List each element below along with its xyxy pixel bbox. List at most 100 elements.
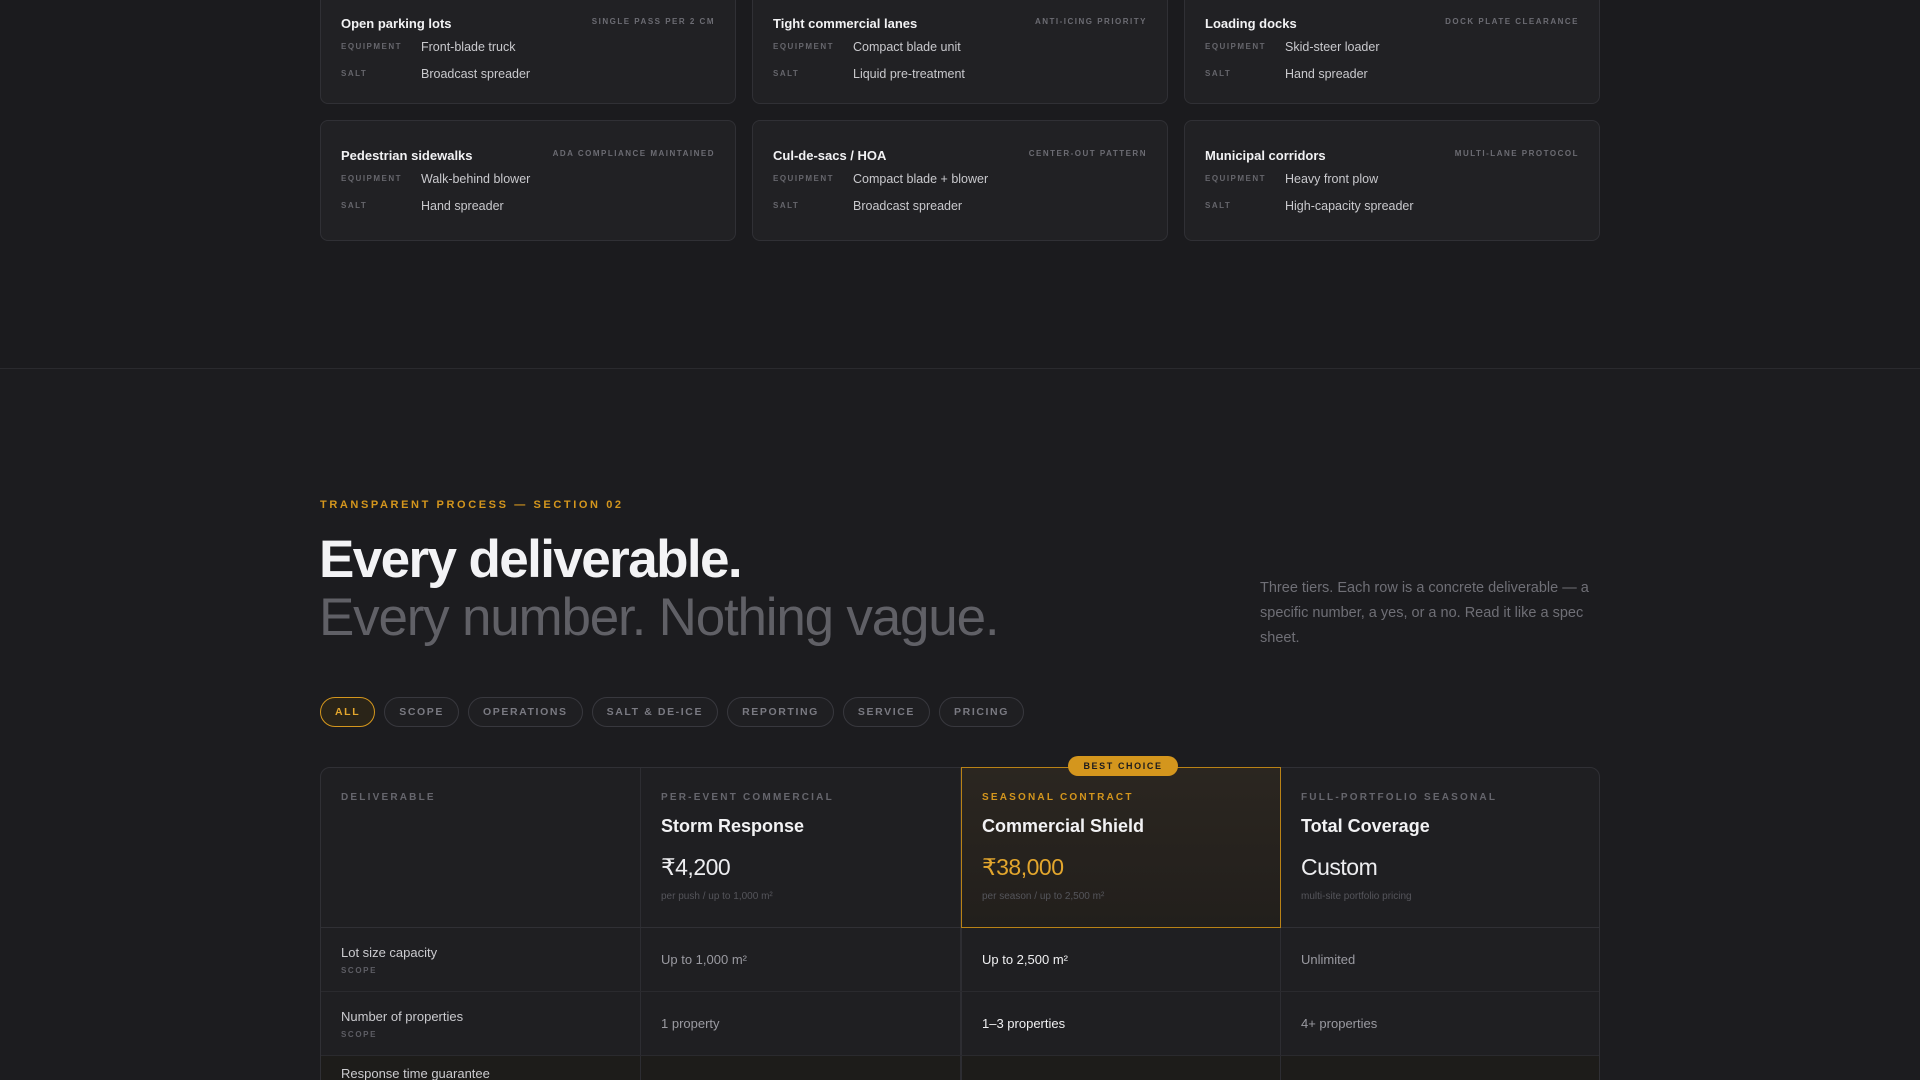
tier-price: ₹38,000 bbox=[982, 854, 1064, 880]
table-header: DELIVERABLE PER-EVENT COMMERCIAL Storm R… bbox=[321, 756, 1601, 928]
site-card: Loading docks DOCK PLATE CLEARANCE EQUIPM… bbox=[1184, 0, 1600, 104]
section-intro: Three tiers. Each row is a concrete deli… bbox=[1260, 580, 1589, 646]
site-card: Municipal corridors MULTI-LANE PROTOCOL E… bbox=[1184, 120, 1600, 241]
spec-row-salt: SALT Hand spreader bbox=[341, 192, 715, 219]
tier-eyebrow: FULL-PORTFOLIO SEASONAL bbox=[1301, 792, 1498, 803]
table-cell bbox=[641, 1056, 961, 1080]
deliverable-column-header: DELIVERABLE bbox=[321, 768, 641, 927]
spec-value: Skid-steer loader bbox=[1285, 39, 1380, 54]
tier-eyebrow: PER-EVENT COMMERCIAL bbox=[661, 792, 834, 803]
row-label-cell: Response time guarantee bbox=[321, 1056, 641, 1080]
site-card-title: Pedestrian sidewalks bbox=[341, 148, 473, 163]
spec-row-salt: SALT Broadcast spreader bbox=[341, 60, 715, 87]
spec-key: SALT bbox=[1205, 69, 1232, 78]
tier-price: ₹4,200 bbox=[661, 854, 731, 880]
spec-key: EQUIPMENT bbox=[773, 174, 835, 183]
table-cell: 4+ properties bbox=[1301, 1016, 1378, 1031]
site-card-tag: ADA COMPLIANCE MAINTAINED bbox=[552, 149, 715, 158]
spec-key: EQUIPMENT bbox=[341, 174, 403, 183]
tier-header-total-coverage: FULL-PORTFOLIO SEASONAL Total Coverage C… bbox=[1281, 768, 1601, 927]
tier-price: Custom bbox=[1301, 854, 1378, 880]
spec-row-equipment: EQUIPMENT Walk-behind blower bbox=[341, 165, 715, 192]
row-label: Number of properties bbox=[341, 1008, 464, 1024]
tier-name: Storm Response bbox=[661, 816, 805, 836]
spec-key: SALT bbox=[773, 201, 800, 210]
spec-value: Heavy front plow bbox=[1285, 171, 1379, 186]
spec-key: SALT bbox=[341, 201, 368, 210]
spec-row-equipment: EQUIPMENT Compact blade unit bbox=[773, 33, 1147, 60]
tier-header-commercial-shield: BEST CHOICE SEASONAL CONTRACT Commercial… bbox=[961, 756, 1281, 928]
site-card: Cul-de-sacs / HOA CENTER-OUT PATTERN EQUI… bbox=[752, 120, 1168, 241]
spec-value: Front-blade truck bbox=[421, 39, 516, 54]
table-cell-highlight bbox=[961, 1056, 1281, 1080]
site-card-tag: SINGLE PASS PER 2 CM bbox=[591, 17, 715, 26]
site-card-tag: CENTER-OUT PATTERN bbox=[1028, 149, 1147, 158]
comparison-table: DELIVERABLE PER-EVENT COMMERCIAL Storm R… bbox=[320, 756, 1601, 1080]
site-types-band: Open parking lots SINGLE PASS PER 2 CM EQ… bbox=[0, 0, 1920, 369]
site-card: Pedestrian sidewalks ADA COMPLIANCE MAINT… bbox=[320, 120, 736, 241]
spec-key: EQUIPMENT bbox=[773, 42, 835, 51]
spec-value: High-capacity spreader bbox=[1285, 198, 1414, 213]
site-card-grid: Open parking lots SINGLE PASS PER 2 CM EQ… bbox=[320, 0, 1600, 241]
spec-value: Liquid pre-treatment bbox=[853, 66, 965, 81]
section-eyebrow: TRANSPARENT PROCESS — SECTION 02 bbox=[320, 499, 624, 511]
site-card-title: Tight commercial lanes bbox=[773, 16, 918, 31]
site-card-tag: DOCK PLATE CLEARANCE bbox=[1445, 17, 1579, 26]
filter-chip-reporting[interactable]: REPORTING bbox=[727, 697, 834, 727]
column-label: DELIVERABLE bbox=[341, 792, 436, 803]
section-heading: Every deliverable. bbox=[319, 530, 743, 589]
table-cell bbox=[1281, 1056, 1601, 1080]
tier-header-storm-response: PER-EVENT COMMERCIAL Storm Response ₹4,2… bbox=[641, 768, 961, 927]
table-cell: Up to 1,000 m² bbox=[641, 928, 961, 991]
spec-value: Hand spreader bbox=[421, 198, 504, 213]
spec-key: SALT bbox=[773, 69, 800, 78]
spec-row-salt: SALT Broadcast spreader bbox=[773, 192, 1147, 219]
tier-price-note: per season / up to 2,500 m² bbox=[982, 891, 1105, 902]
tier-eyebrow: SEASONAL CONTRACT bbox=[982, 792, 1134, 803]
spec-key: EQUIPMENT bbox=[1205, 42, 1267, 51]
spec-row-salt: SALT High-capacity spreader bbox=[1205, 192, 1579, 219]
row-category: SCOPE bbox=[341, 1029, 378, 1039]
filter-chip-operations[interactable]: OPERATIONS bbox=[467, 697, 583, 727]
site-card-title: Municipal corridors bbox=[1205, 148, 1326, 163]
tier-price-note: per push / up to 1,000 m² bbox=[661, 891, 773, 902]
spec-value: Broadcast spreader bbox=[421, 66, 531, 81]
spec-key: SALT bbox=[341, 69, 368, 78]
spec-value: Compact blade + blower bbox=[853, 171, 989, 186]
table-row: Response time guarantee bbox=[321, 1056, 1599, 1080]
table-row: Lot size capacity SCOPE Up to 1,000 m² U… bbox=[321, 928, 1599, 992]
site-card-title: Open parking lots bbox=[341, 16, 452, 31]
site-card: Open parking lots SINGLE PASS PER 2 CM EQ… bbox=[320, 0, 736, 104]
spec-row-salt: SALT Hand spreader bbox=[1205, 60, 1579, 87]
row-label-cell: Lot size capacity SCOPE bbox=[321, 928, 641, 991]
spec-row-salt: SALT Liquid pre-treatment bbox=[773, 60, 1147, 87]
filter-chip-service[interactable]: SERVICE bbox=[842, 697, 931, 727]
spec-value: Broadcast spreader bbox=[853, 198, 963, 213]
table-cell: Unlimited bbox=[1301, 952, 1356, 967]
spec-value: Compact blade unit bbox=[853, 39, 961, 54]
section-subheading: Every number. Nothing vague. bbox=[319, 588, 1000, 647]
spec-row-equipment: EQUIPMENT Front-blade truck bbox=[341, 33, 715, 60]
row-label: Response time guarantee bbox=[341, 1066, 490, 1080]
filter-chip-all[interactable]: ALL bbox=[320, 697, 376, 727]
table-cell: 1 property bbox=[641, 992, 961, 1055]
filter-chip-salt-deice[interactable]: SALT & DE-ICE bbox=[591, 697, 719, 727]
row-label-cell: Number of properties SCOPE bbox=[321, 992, 641, 1055]
site-card-title: Loading docks bbox=[1205, 16, 1297, 31]
row-label: Lot size capacity bbox=[341, 944, 438, 960]
spec-key: SALT bbox=[1205, 201, 1232, 210]
best-choice-badge: BEST CHOICE bbox=[1068, 756, 1178, 776]
row-category: SCOPE bbox=[341, 965, 378, 975]
spec-key: EQUIPMENT bbox=[1205, 174, 1267, 183]
site-card-tag: ANTI-ICING PRIORITY bbox=[1034, 17, 1147, 26]
spec-value: Walk-behind blower bbox=[421, 171, 531, 186]
filter-chip-pricing[interactable]: PRICING bbox=[939, 697, 1024, 727]
tier-name: Commercial Shield bbox=[982, 816, 1145, 836]
spec-key: EQUIPMENT bbox=[341, 42, 403, 51]
spec-value: Hand spreader bbox=[1285, 66, 1368, 81]
tier-price-note: multi-site portfolio pricing bbox=[1301, 891, 1412, 902]
spec-row-equipment: EQUIPMENT Compact blade + blower bbox=[773, 165, 1147, 192]
table-cell-highlight: Up to 2,500 m² bbox=[961, 928, 1281, 991]
filter-chip-scope[interactable]: SCOPE bbox=[384, 697, 459, 727]
site-card-title: Cul-de-sacs / HOA bbox=[773, 148, 887, 163]
